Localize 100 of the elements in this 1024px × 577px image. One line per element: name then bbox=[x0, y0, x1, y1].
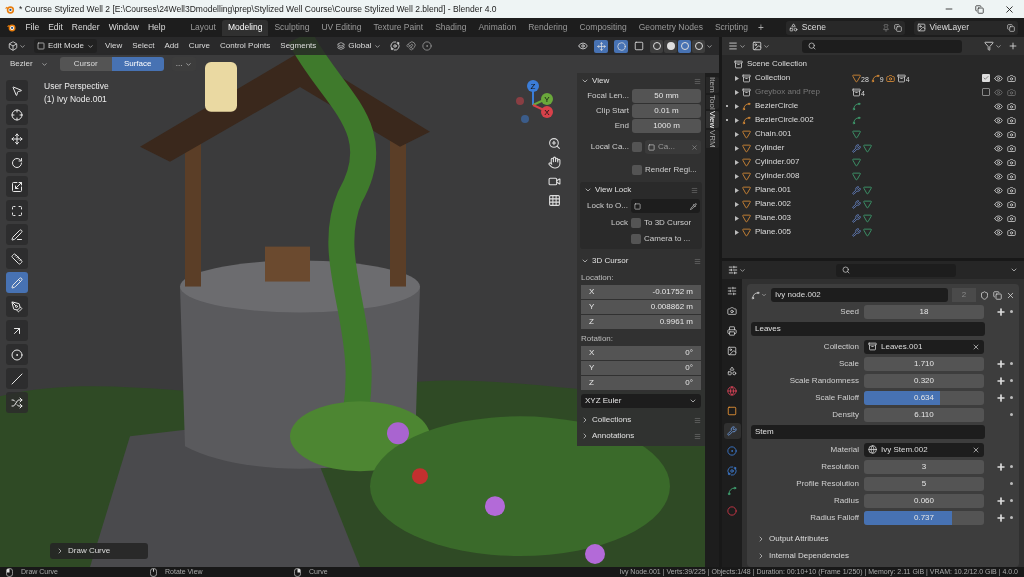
shading-button[interactable] bbox=[664, 39, 677, 53]
vector-field[interactable]: Z 0° bbox=[581, 376, 701, 390]
shading-button[interactable] bbox=[650, 39, 663, 53]
camera-icon[interactable] bbox=[548, 175, 561, 188]
modifier-type-button[interactable] bbox=[751, 290, 767, 300]
object-field[interactable] bbox=[631, 199, 700, 213]
expand-arrow-icon[interactable] bbox=[735, 117, 739, 123]
datablock-field[interactable]: Ivy Stem.002 bbox=[864, 442, 984, 457]
checkbox[interactable] bbox=[982, 88, 990, 96]
number-field[interactable]: 0.01 m bbox=[632, 104, 701, 118]
eye-icon[interactable] bbox=[994, 227, 1003, 237]
menu-item[interactable]: File bbox=[25, 21, 40, 34]
proportional-edit-icon[interactable] bbox=[422, 41, 433, 51]
shading-button[interactable] bbox=[692, 39, 705, 53]
number-field[interactable]: 18 bbox=[864, 304, 984, 319]
axis-gizmo[interactable]: Z Y X bbox=[510, 79, 556, 127]
eye-icon[interactable] bbox=[994, 199, 1003, 209]
expand-arrow-icon[interactable] bbox=[735, 145, 739, 151]
menu-item[interactable]: Segments bbox=[278, 40, 319, 52]
number-field[interactable]: 5 bbox=[864, 476, 984, 491]
expand-arrow-icon[interactable] bbox=[735, 131, 739, 137]
new-collection-icon[interactable] bbox=[1008, 41, 1018, 51]
options-dropdown-icon[interactable] bbox=[1010, 266, 1018, 274]
attribute-toggle-icon[interactable] bbox=[996, 358, 1006, 369]
expand-arrow-icon[interactable] bbox=[735, 173, 739, 179]
slider-field[interactable]: 0.634 bbox=[864, 390, 984, 405]
eye-icon[interactable] bbox=[994, 157, 1003, 167]
vector-field[interactable]: X 0° bbox=[581, 346, 701, 360]
zoom-icon[interactable] bbox=[548, 137, 561, 150]
filter-dropdown[interactable] bbox=[752, 41, 770, 51]
workspace-tab[interactable]: Texture Paint bbox=[367, 19, 430, 36]
workspace-tab[interactable]: Modeling bbox=[221, 19, 269, 36]
sidebar-tab[interactable]: VRM bbox=[705, 130, 719, 149]
menu-item[interactable]: View bbox=[103, 40, 125, 52]
camera-field[interactable]: Ca... bbox=[645, 140, 701, 154]
drag-handle-icon[interactable] bbox=[691, 186, 698, 194]
tool-button[interactable] bbox=[6, 200, 28, 221]
expand-arrow-icon[interactable] bbox=[735, 89, 739, 95]
last-operator-panel[interactable]: Draw Curve bbox=[50, 543, 148, 559]
vector-field[interactable]: Z 0.9961 m bbox=[581, 315, 701, 329]
tree-item[interactable]: Cylinder bbox=[722, 141, 1024, 155]
snap-icon[interactable] bbox=[406, 41, 417, 51]
attribute-toggle-icon[interactable] bbox=[996, 512, 1006, 523]
tool-button[interactable] bbox=[6, 176, 28, 197]
panel-header[interactable]: Annotations bbox=[577, 428, 705, 444]
properties-tab[interactable] bbox=[723, 423, 741, 439]
tree-item[interactable]: BezierCircle bbox=[722, 99, 1024, 113]
menu-item[interactable]: Help bbox=[147, 21, 166, 34]
attribute-toggle-icon[interactable] bbox=[996, 306, 1006, 317]
tool-button[interactable] bbox=[6, 248, 28, 269]
add-workspace-button[interactable]: + bbox=[754, 20, 768, 35]
panel-header[interactable]: Collections bbox=[577, 412, 705, 428]
workspace-tab[interactable]: Scripting bbox=[708, 19, 754, 36]
tree-item[interactable]: Plane.003 bbox=[722, 211, 1024, 225]
tree-item[interactable]: Chain.001 bbox=[722, 127, 1024, 141]
tool-button[interactable] bbox=[6, 320, 28, 341]
attribute-toggle-icon[interactable] bbox=[996, 375, 1006, 386]
view-layer-selector[interactable]: ViewLayer bbox=[913, 20, 1018, 35]
workspace-tab[interactable]: Animation bbox=[472, 19, 523, 36]
attribute-toggle-icon[interactable] bbox=[996, 495, 1006, 506]
depth-option[interactable]: Surface bbox=[111, 57, 164, 71]
workspace-tab[interactable]: Geometry Nodes bbox=[632, 19, 709, 36]
tree-item[interactable]: BezierCircle.002 bbox=[722, 113, 1024, 127]
workspace-tab[interactable]: Rendering bbox=[522, 19, 574, 36]
tool-button[interactable] bbox=[6, 392, 28, 413]
visibility-icon[interactable] bbox=[578, 41, 588, 51]
attribute-toggle-icon[interactable] bbox=[996, 392, 1006, 403]
attribute-toggle-icon[interactable] bbox=[996, 461, 1006, 472]
workspace-tab[interactable]: Sculpting bbox=[268, 19, 316, 36]
tree-item[interactable]: Plane.005 bbox=[722, 225, 1024, 239]
search-field[interactable] bbox=[836, 263, 956, 277]
eye-icon[interactable] bbox=[994, 143, 1003, 153]
curve-type-dropdown[interactable]: Bezier bbox=[6, 57, 52, 71]
tool-button[interactable] bbox=[6, 128, 28, 149]
tool-button[interactable] bbox=[6, 272, 28, 293]
eye-icon[interactable] bbox=[994, 129, 1003, 139]
number-field[interactable]: 0.320 bbox=[864, 373, 984, 388]
subpanel-header[interactable]: Output Attributes bbox=[751, 530, 1015, 547]
tree-item[interactable]: Plane.001 bbox=[722, 183, 1024, 197]
expand-arrow-icon[interactable] bbox=[735, 103, 739, 109]
number-field[interactable]: 1000 m bbox=[632, 119, 701, 133]
gizmo-toggle[interactable] bbox=[594, 39, 608, 53]
drag-handle-icon[interactable] bbox=[694, 432, 701, 440]
grid-icon[interactable] bbox=[548, 194, 561, 207]
display-mode-dropdown[interactable] bbox=[728, 41, 746, 51]
eye-icon[interactable] bbox=[994, 171, 1003, 181]
checkbox[interactable] bbox=[982, 74, 990, 82]
eye-icon[interactable] bbox=[994, 101, 1003, 111]
number-field[interactable]: 1.710 bbox=[864, 356, 984, 371]
drag-handle-icon[interactable] bbox=[694, 257, 701, 265]
pivot-icon[interactable] bbox=[390, 41, 401, 51]
checkbox[interactable] bbox=[631, 218, 641, 228]
workspace-tab[interactable]: UV Editing bbox=[315, 19, 368, 36]
mode-dropdown[interactable]: Edit Mode bbox=[34, 39, 98, 53]
sidebar-tab[interactable]: Tool bbox=[705, 94, 719, 110]
workspace-tab[interactable]: Shading bbox=[429, 19, 473, 36]
sidebar-tab[interactable]: Item bbox=[705, 77, 719, 93]
panel-header[interactable]: View bbox=[577, 73, 705, 89]
vector-field[interactable]: Y 0° bbox=[581, 361, 701, 375]
vector-field[interactable]: X -0.01752 m bbox=[581, 285, 701, 299]
